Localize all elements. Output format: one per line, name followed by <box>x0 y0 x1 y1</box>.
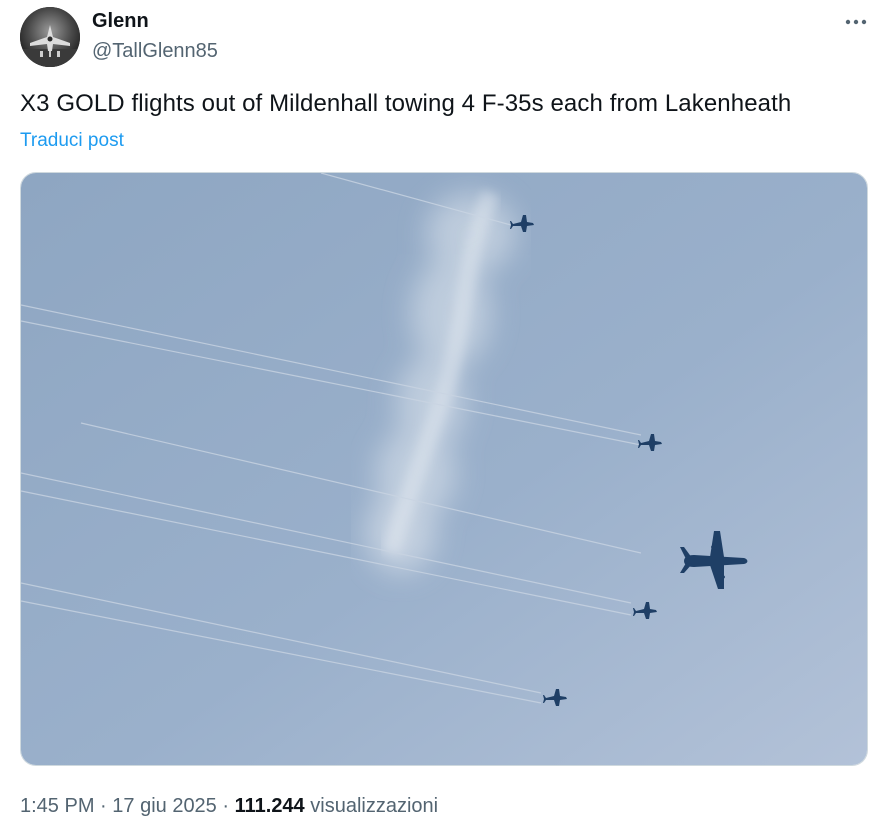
author-handle[interactable]: @TallGlenn85 <box>92 40 218 63</box>
meta-separator-2: · <box>216 795 235 817</box>
aircraft-photo <box>21 173 867 765</box>
views-label: visualizzazioni <box>310 795 439 817</box>
more-button[interactable] <box>838 8 874 36</box>
avatar[interactable] <box>20 7 80 67</box>
post-meta: 1:45 PM · 17 giu 2025 · 111.244 visualiz… <box>20 795 438 818</box>
post-photo[interactable] <box>20 172 868 766</box>
author-name[interactable]: Glenn <box>92 10 149 33</box>
post-date[interactable]: 17 giu 2025 <box>112 795 217 817</box>
avatar-image <box>20 7 80 67</box>
views-count: 111.244 <box>234 795 305 817</box>
more-horizontal-icon <box>845 19 867 25</box>
translate-post-link[interactable]: Traduci post <box>20 130 124 152</box>
post-text: X3 GOLD flights out of Mildenhall towing… <box>20 90 792 117</box>
meta-separator: · <box>94 795 113 817</box>
post-time[interactable]: 1:45 PM <box>20 795 94 817</box>
